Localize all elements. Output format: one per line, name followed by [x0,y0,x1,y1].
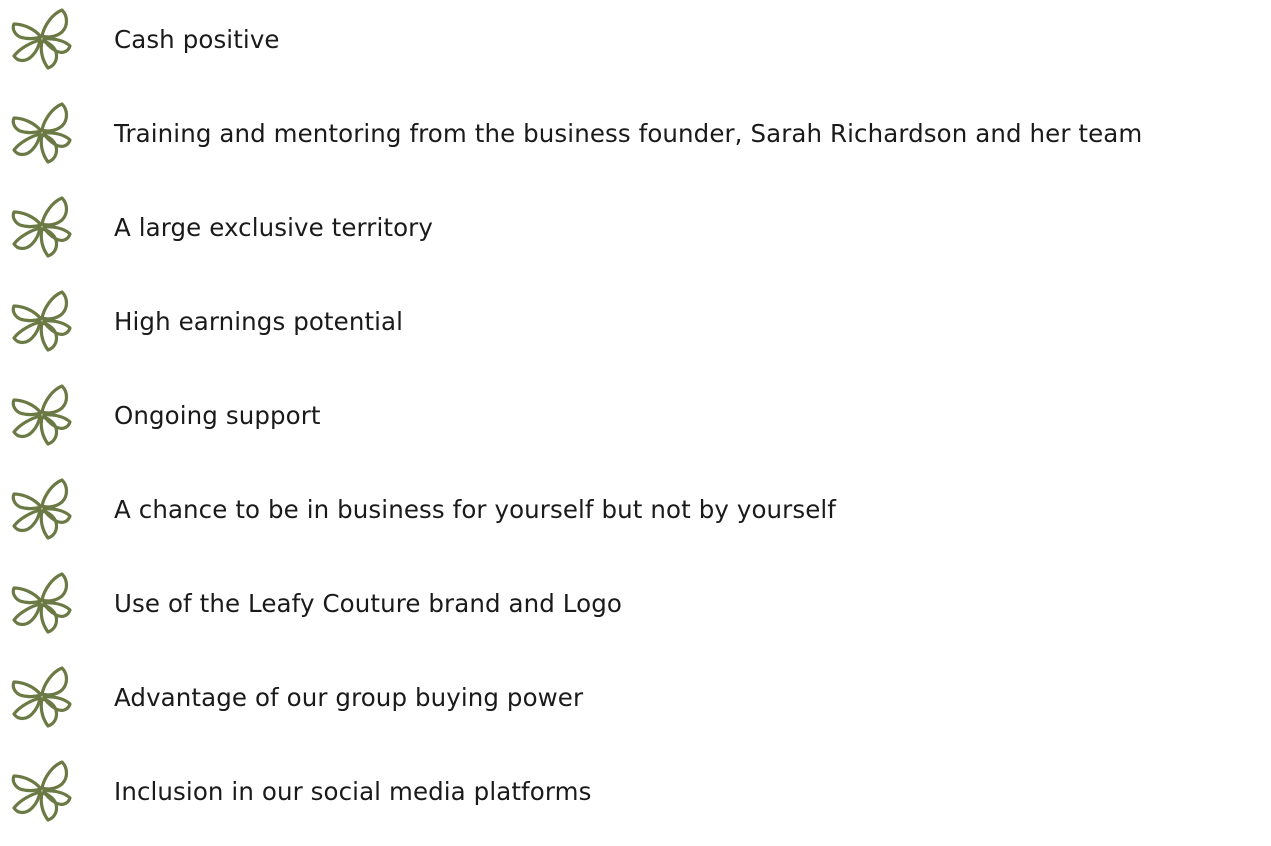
benefit-label: High earnings potential [114,307,404,336]
list-item: Ongoing support [0,364,1271,458]
flower-icon [6,474,76,544]
benefit-label: Training and mentoring from the business… [114,119,1143,148]
benefit-label: Ongoing support [114,401,321,430]
list-item: Cash positive [0,0,1271,82]
flower-icon [6,192,76,262]
flower-icon [6,662,76,732]
list-item: High earnings potential [0,270,1271,364]
benefit-label: Cash positive [114,25,280,54]
list-item: A chance to be in business for yourself … [0,458,1271,552]
list-item: A large exclusive territory [0,176,1271,270]
list-item: Use of the Leafy Couture brand and Logo [0,552,1271,646]
flower-icon [6,380,76,450]
benefit-label: Advantage of our group buying power [114,683,584,712]
benefit-label: Use of the Leafy Couture brand and Logo [114,589,622,618]
flower-icon [6,4,76,74]
benefit-label: Inclusion in our social media platforms [114,777,592,806]
list-item: Inclusion in our social media platforms [0,740,1271,834]
flower-icon [6,98,76,168]
flower-icon [6,756,76,826]
benefit-label: A large exclusive territory [114,213,433,242]
benefits-list: Cash positive Training and mentoring fro… [0,0,1271,834]
benefit-label: A chance to be in business for yourself … [114,495,837,524]
list-item: Training and mentoring from the business… [0,82,1271,176]
flower-icon [6,568,76,638]
list-item: Advantage of our group buying power [0,646,1271,740]
flower-icon [6,286,76,356]
